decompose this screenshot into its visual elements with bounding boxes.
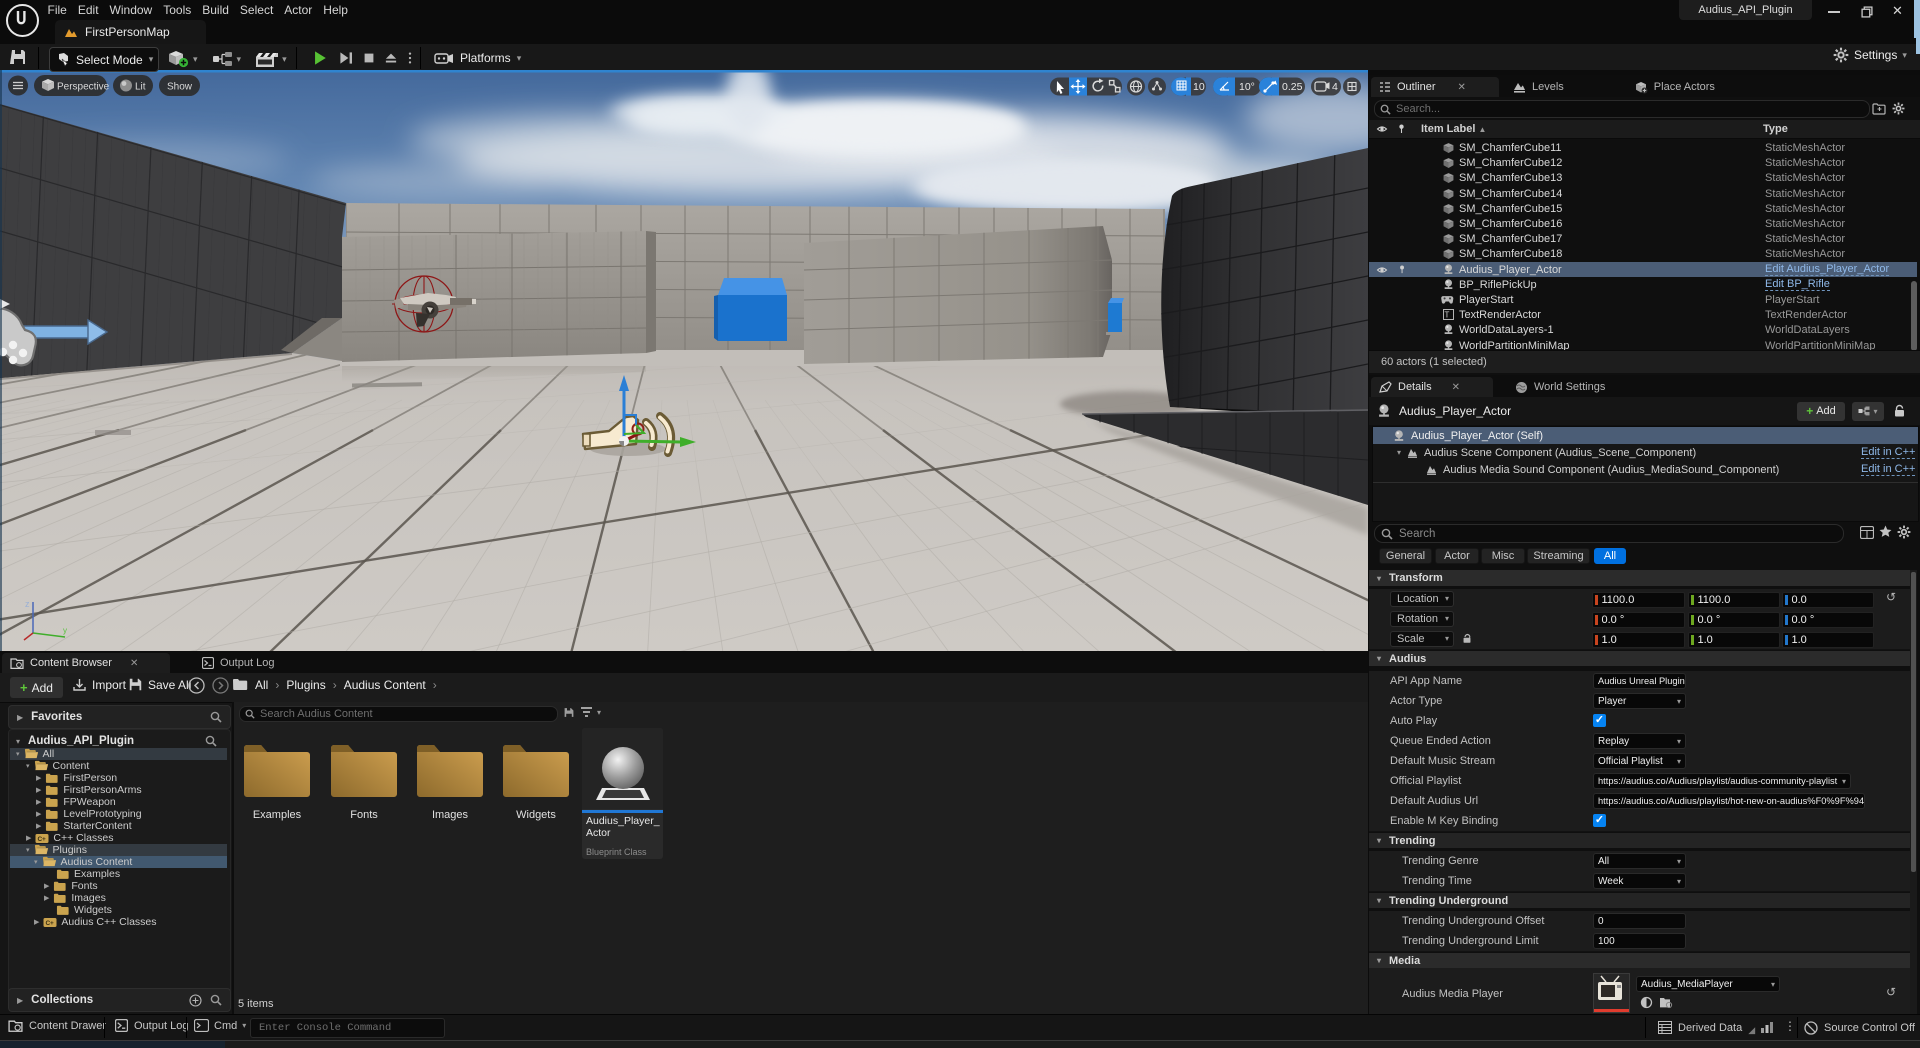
svg-text:10°: 10° [1239, 81, 1255, 93]
svg-text:4: 4 [1332, 81, 1338, 93]
svg-text:T: T [1445, 311, 1450, 320]
svg-text:Perspective: Perspective [57, 82, 110, 93]
svg-text:z: z [25, 599, 30, 609]
svg-text:+: + [50, 920, 54, 927]
svg-text:10: 10 [1193, 81, 1205, 93]
svg-text:y: y [63, 626, 67, 635]
svg-text:0.25: 0.25 [1282, 81, 1303, 93]
svg-text:+: + [42, 836, 46, 843]
svg-text:Lit: Lit [135, 82, 146, 93]
svg-text:Show: Show [167, 82, 193, 93]
